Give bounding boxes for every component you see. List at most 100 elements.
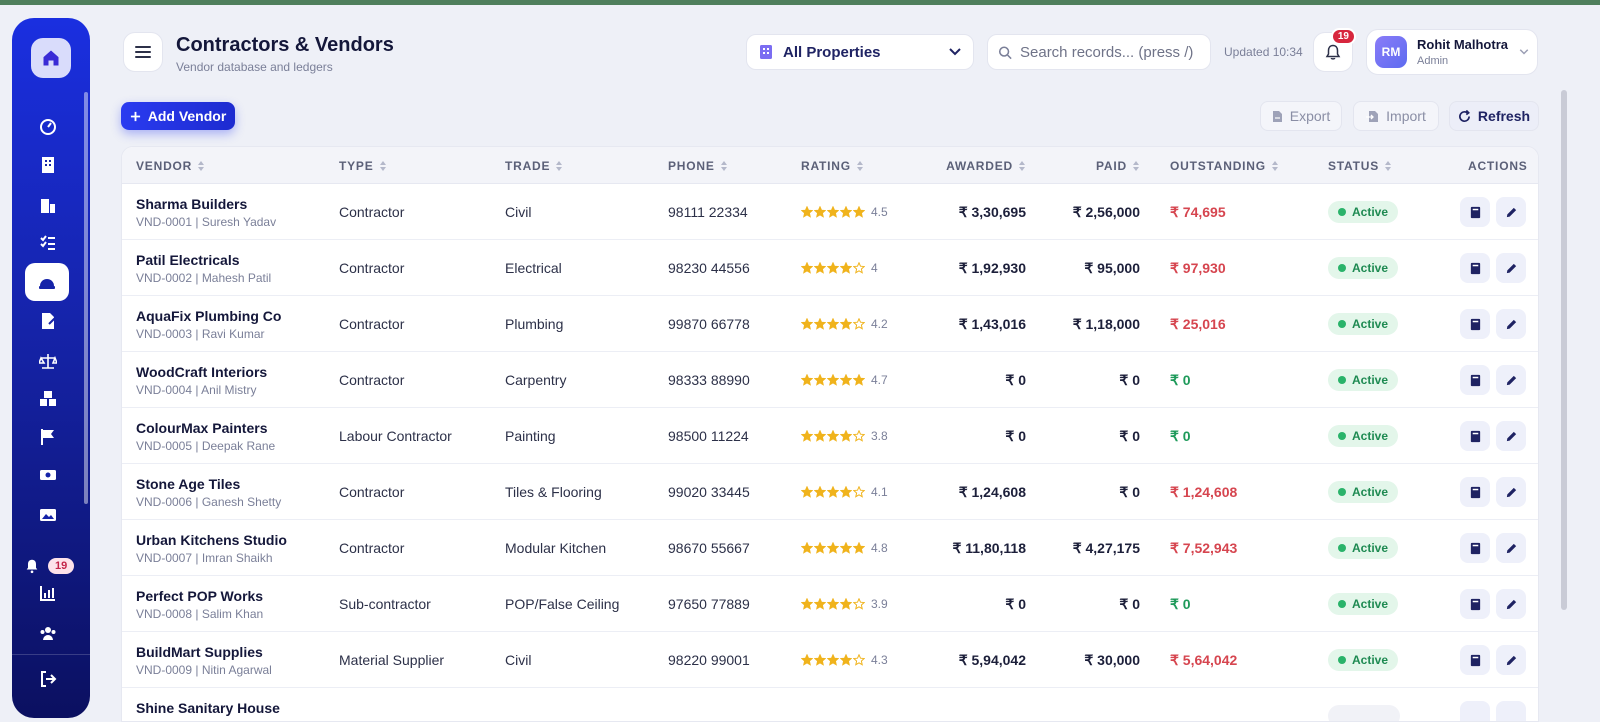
sidebar-item-tasks[interactable]	[26, 225, 70, 261]
sidebar-item-buildings[interactable]	[26, 147, 70, 183]
sidebar-item-inventory[interactable]	[26, 381, 70, 417]
page-scrollbar[interactable]	[1561, 90, 1567, 610]
column-header-status[interactable]: STATUS	[1328, 159, 1392, 173]
book-icon	[1470, 318, 1480, 330]
column-header-vendor[interactable]: VENDOR	[136, 159, 205, 173]
ledger-button[interactable]	[1460, 309, 1490, 339]
vendor-name[interactable]: BuildMart Supplies	[136, 644, 263, 660]
table-row[interactable]: BuildMart Supplies VND-0009 | Nitin Agarw…	[122, 632, 1538, 688]
table-row[interactable]: Stone Age Tiles VND-0006 | Ganesh Shetty C…	[122, 464, 1538, 520]
avatar: RM	[1375, 36, 1407, 68]
table-row[interactable]: ColourMax Painters VND-0005 | Deepak Rane…	[122, 408, 1538, 464]
edit-button[interactable]	[1496, 701, 1526, 721]
vendor-name[interactable]: AquaFix Plumbing Co	[136, 308, 281, 324]
reports-icon	[40, 586, 55, 601]
edit-button[interactable]	[1496, 197, 1526, 227]
export-button[interactable]: Export	[1260, 101, 1342, 131]
paid-amount: ₹ 4,27,175	[1072, 540, 1140, 556]
ledger-button[interactable]	[1460, 589, 1490, 619]
edit-button[interactable]	[1496, 589, 1526, 619]
pencil-icon	[1506, 431, 1516, 441]
table-row[interactable]: Urban Kitchens Studio VND-0007 | Imran Sh…	[122, 520, 1538, 576]
edit-button[interactable]	[1496, 365, 1526, 395]
home-logo-button[interactable]	[31, 38, 71, 78]
table-row[interactable]: Sharma Builders VND-0001 | Suresh Yadav Co…	[122, 184, 1538, 240]
sidebar-scrollbar[interactable]	[84, 92, 88, 504]
column-header-trade[interactable]: TRADE	[505, 159, 563, 173]
star-icon	[814, 374, 826, 386]
table-row[interactable]: WoodCraft Interiors VND-0004 | Anil Mistr…	[122, 352, 1538, 408]
sidebar-item-contractors[interactable]	[25, 263, 69, 301]
ledger-button[interactable]	[1460, 253, 1490, 283]
outstanding-amount: ₹ 0	[1170, 372, 1191, 388]
column-header-phone[interactable]: PHONE	[668, 159, 728, 173]
vendor-name[interactable]: Stone Age Tiles	[136, 476, 240, 492]
paid-amount: ₹ 1,18,000	[1072, 316, 1140, 332]
ledger-button[interactable]	[1460, 645, 1490, 675]
star-icon	[840, 262, 852, 274]
add-vendor-button[interactable]: Add Vendor	[121, 102, 235, 130]
column-header-type[interactable]: TYPE	[339, 159, 387, 173]
column-header-rating[interactable]: RATING	[801, 159, 864, 173]
sidebar-item-dashboard[interactable]	[26, 109, 70, 145]
sidebar-item-legal[interactable]	[26, 343, 70, 379]
ledger-button[interactable]	[1460, 533, 1490, 563]
table-row[interactable]: AquaFix Plumbing Co VND-0003 | Ravi Kumar…	[122, 296, 1538, 352]
refresh-button[interactable]: Refresh	[1449, 101, 1539, 131]
star-icon	[801, 430, 813, 442]
awarded-amount: ₹ 0	[1005, 372, 1026, 388]
notifications-button[interactable]: 19	[1313, 28, 1356, 72]
vendor-trade: Civil	[505, 204, 532, 220]
book-icon	[1470, 206, 1480, 218]
status-dot	[1338, 600, 1346, 608]
status-badge: Active	[1328, 537, 1399, 559]
sidebar-item-reports[interactable]	[26, 575, 70, 611]
edit-button[interactable]	[1496, 645, 1526, 675]
vendor-name[interactable]: ColourMax Painters	[136, 420, 267, 436]
table-row[interactable]: Perfect POP Works VND-0008 | Salim Khan Su…	[122, 576, 1538, 632]
sidebar-item-payments[interactable]	[26, 457, 70, 493]
edit-button[interactable]	[1496, 477, 1526, 507]
ledger-button[interactable]	[1460, 477, 1490, 507]
rating-stars: 4.5	[801, 205, 888, 219]
ledger-button[interactable]	[1460, 701, 1490, 721]
vendor-name[interactable]: Urban Kitchens Studio	[136, 532, 287, 548]
vendor-name[interactable]: Sharma Builders	[136, 196, 247, 212]
vendor-name[interactable]: Shine Sanitary House	[136, 700, 280, 716]
vendor-trade: Plumbing	[505, 316, 564, 332]
ledger-button[interactable]	[1460, 421, 1490, 451]
menu-toggle-button[interactable]	[123, 32, 163, 72]
sidebar-item-milestones[interactable]	[26, 419, 70, 455]
sidebar: 19	[12, 18, 90, 718]
status-badge: Active	[1328, 369, 1399, 391]
sidebar-item-team[interactable]	[26, 615, 70, 651]
column-header-paid[interactable]: PAID	[1096, 159, 1140, 173]
search-input[interactable]	[1020, 43, 1200, 61]
sidebar-item-notifications[interactable]: 19	[20, 556, 84, 576]
search-box[interactable]	[987, 34, 1211, 70]
sidebar-item-documents[interactable]	[26, 303, 70, 339]
vendor-name[interactable]: WoodCraft Interiors	[136, 364, 267, 380]
edit-button[interactable]	[1496, 421, 1526, 451]
rating-stars: 4.1	[801, 485, 888, 499]
user-menu[interactable]: RM Rohit Malhotra Admin	[1366, 29, 1538, 75]
vendor-name[interactable]: Patil Electricals	[136, 252, 240, 268]
vendor-trade: Civil	[505, 652, 532, 668]
edit-button[interactable]	[1496, 309, 1526, 339]
edit-button[interactable]	[1496, 253, 1526, 283]
ledger-button[interactable]	[1460, 197, 1490, 227]
column-header-outstanding[interactable]: OUTSTANDING	[1170, 159, 1279, 173]
table-row[interactable]: Patil Electricals VND-0002 | Mahesh Patil…	[122, 240, 1538, 296]
edit-button[interactable]	[1496, 533, 1526, 563]
sidebar-item-logout[interactable]	[26, 661, 70, 697]
status-dot	[1338, 432, 1346, 440]
vendor-name[interactable]: Perfect POP Works	[136, 588, 263, 604]
property-select[interactable]: All Properties	[746, 34, 974, 70]
import-button[interactable]: Import	[1353, 101, 1439, 131]
status-dot	[1338, 264, 1346, 272]
sidebar-item-properties[interactable]	[26, 187, 70, 223]
column-header-awarded[interactable]: AWARDED	[946, 159, 1026, 173]
table-row[interactable]: Shine Sanitary House	[122, 688, 1538, 721]
sidebar-item-gallery[interactable]	[26, 497, 70, 533]
ledger-button[interactable]	[1460, 365, 1490, 395]
